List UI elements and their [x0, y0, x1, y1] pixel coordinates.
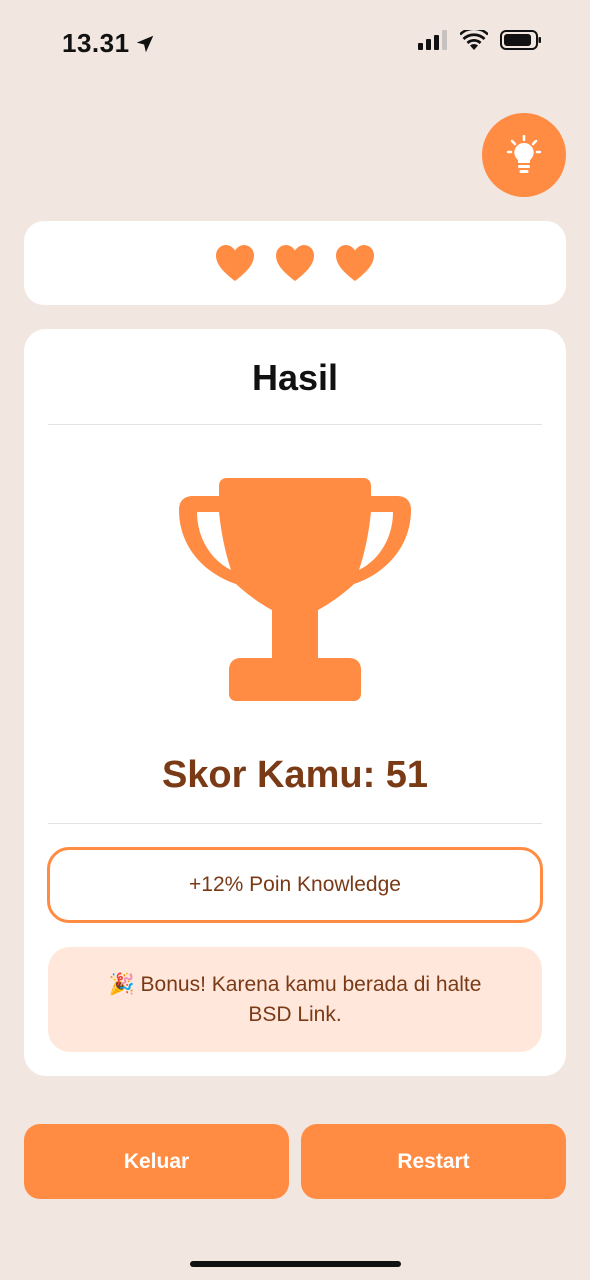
title-divider — [48, 424, 542, 425]
restart-button-label: Restart — [397, 1149, 470, 1173]
poin-knowledge-text: +12% Poin Knowledge — [189, 873, 401, 896]
trophy-icon — [179, 478, 411, 701]
bonus-message: 🎉 Bonus! Karena kamu berada di halte BSD… — [48, 947, 542, 1052]
cellular-signal-icon — [418, 30, 447, 50]
status-time: 13.31 — [62, 28, 156, 59]
status-time-text: 13.31 — [62, 28, 130, 58]
poin-knowledge-badge: +12% Poin Knowledge — [47, 847, 543, 923]
keluar-button[interactable]: Keluar — [24, 1124, 289, 1199]
bonus-text: Bonus! Karena kamu berada di halte BSD L… — [140, 972, 482, 1026]
score-divider — [48, 823, 542, 824]
location-arrow-icon — [136, 35, 153, 52]
status-bar: 13.31 — [0, 0, 590, 88]
wifi-icon — [460, 30, 488, 50]
lives-card — [24, 221, 566, 305]
hint-button[interactable] — [482, 113, 566, 197]
score-text: Skor Kamu: 51 — [161, 754, 429, 796]
heart-icon — [276, 245, 314, 281]
heart-icon — [336, 245, 374, 281]
home-indicator[interactable] — [190, 1261, 401, 1267]
restart-button[interactable]: Restart — [301, 1124, 566, 1199]
keluar-button-label: Keluar — [123, 1149, 190, 1173]
party-popper-icon: 🎉 — [108, 972, 135, 996]
lightbulb-icon — [507, 135, 541, 173]
result-card: Hasil Skor Kamu: 51 +12% Poin Knowledge … — [24, 329, 566, 1076]
battery-icon — [500, 30, 541, 50]
status-icons — [418, 30, 542, 50]
heart-icon — [216, 245, 254, 281]
result-title: Hasil — [251, 357, 339, 398]
